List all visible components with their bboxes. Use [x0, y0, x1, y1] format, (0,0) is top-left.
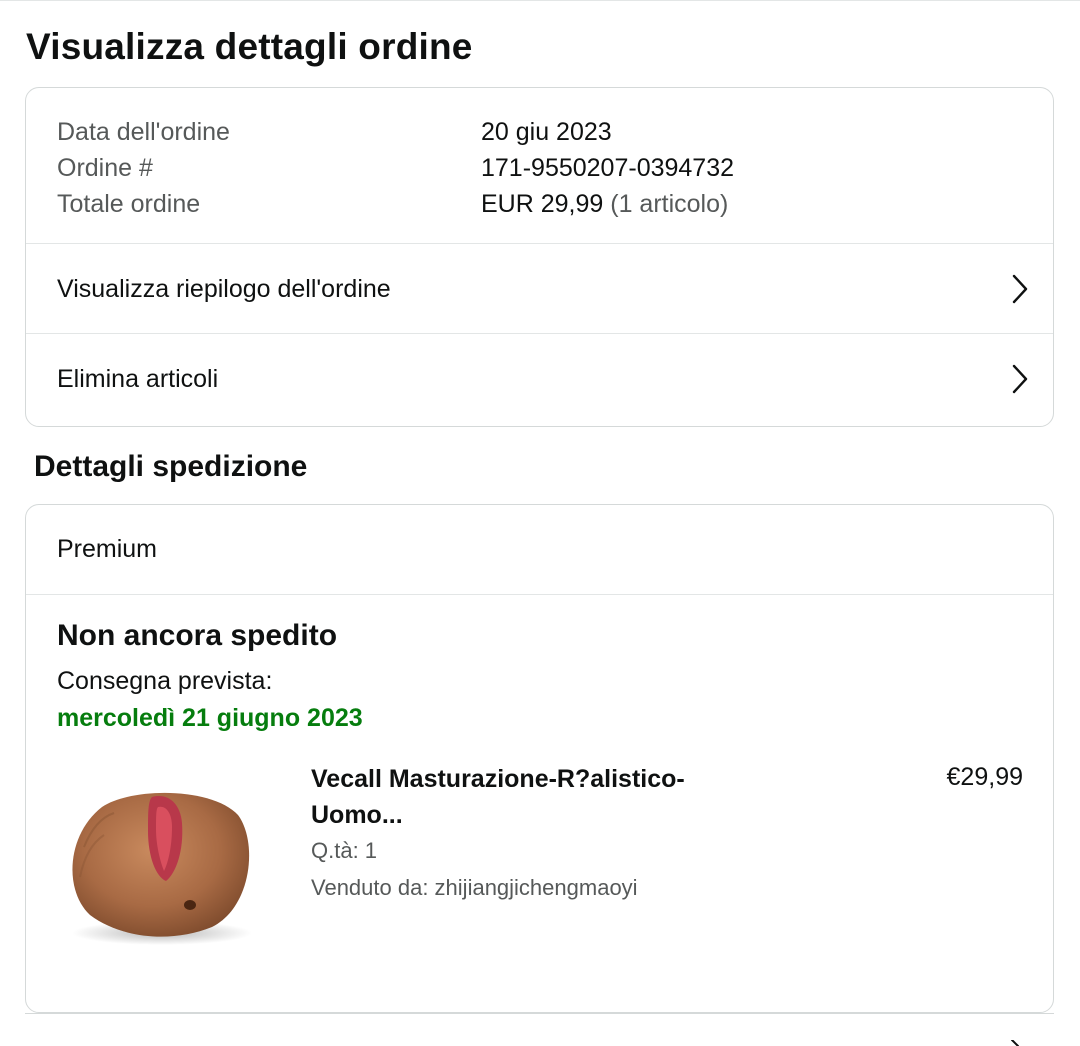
chevron-right-icon [1012, 274, 1028, 304]
delivery-estimate-date: mercoledì 21 giugno 2023 [57, 704, 363, 732]
shipment-status: Non ancora spedito [57, 619, 338, 652]
delivery-estimate-label: Consegna prevista: [57, 667, 273, 695]
divider [26, 594, 1053, 595]
product-price: €29,99 [946, 763, 1023, 791]
order-number-label: Ordine # [57, 154, 153, 182]
delete-items-link[interactable]: Elimina articoli [26, 334, 1053, 424]
order-item-count: (1 articolo) [603, 190, 729, 218]
view-order-summary-label: Visualizza riepilogo dell'ordine [57, 274, 391, 303]
shipment-card: Premium Non ancora spedito Consegna prev… [25, 504, 1054, 1013]
order-number-value: 171-9550207-0394732 [481, 154, 735, 182]
shipment-section-title: Dettagli spedizione [34, 450, 308, 483]
chevron-right-icon [1012, 364, 1028, 394]
divider [25, 1013, 1054, 1014]
order-total-value: EUR 29,99 (1 articolo) [481, 186, 728, 222]
view-order-summary-link[interactable]: Visualizza riepilogo dell'ordine [26, 244, 1053, 334]
order-total-label: Totale ordine [57, 190, 201, 218]
order-date-value: 20 giu 2023 [481, 118, 612, 146]
order-summary-card: Data dell'ordine 20 giu 2023 Ordine # 17… [25, 87, 1054, 427]
page-title: Visualizza dettagli ordine [26, 26, 473, 67]
shipping-method: Premium [57, 535, 158, 563]
delete-items-label: Elimina articoli [57, 364, 219, 393]
product-thumbnail[interactable] [62, 787, 258, 947]
product-seller: Venduto da: zhijiangjichengmaoyi [311, 875, 638, 900]
order-date-label: Data dell'ordine [57, 118, 230, 146]
order-total-amount: EUR 29,99 [481, 190, 604, 218]
chevron-right-icon [1011, 1040, 1019, 1046]
top-border [0, 0, 1080, 1]
product-title-link[interactable]: Vecall Masturazione-R?alistico-Uomo... [311, 761, 731, 833]
product-quantity: Q.tà: 1 [311, 838, 378, 863]
